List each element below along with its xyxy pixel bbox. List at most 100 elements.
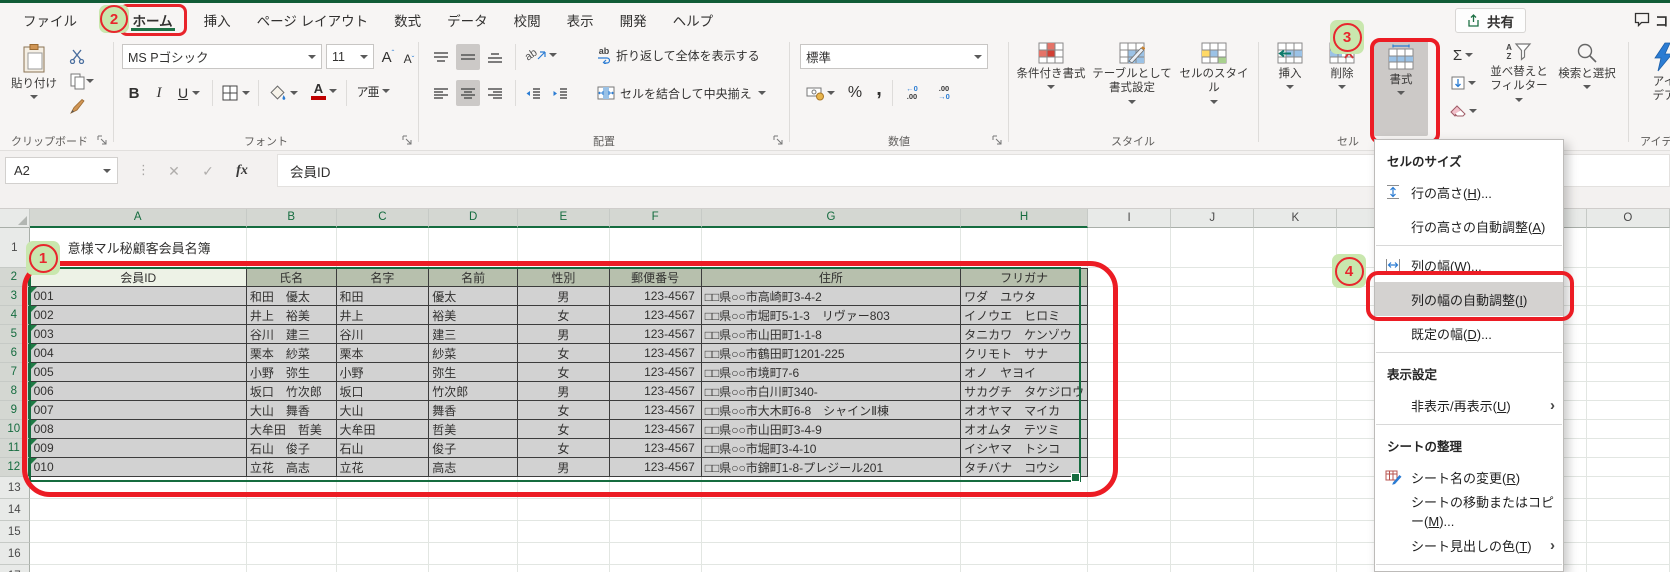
underline-button[interactable]: U [172, 80, 206, 106]
row-header-14[interactable]: 14 [0, 499, 30, 521]
cell[interactable] [701, 543, 962, 565]
cell[interactable] [701, 521, 962, 543]
cell[interactable] [609, 499, 702, 521]
cell[interactable] [1171, 401, 1255, 420]
clear-button[interactable] [1446, 98, 1480, 124]
font-size-select[interactable]: 11 [326, 44, 374, 69]
font-color-button[interactable]: A [306, 78, 342, 104]
menu-item-行の高さ[interactable]: 行の高さ(H)... [1375, 175, 1563, 209]
cell[interactable] [1586, 439, 1670, 458]
cell[interactable] [1088, 565, 1172, 572]
cell[interactable] [29, 499, 247, 521]
menu-item-シートの移動またはコピー[interactable]: シートの移動またはコピー(M)... [1375, 494, 1563, 529]
cell[interactable] [1088, 543, 1172, 565]
cell[interactable] [246, 543, 337, 565]
cell[interactable] [29, 521, 247, 543]
cell[interactable] [702, 565, 962, 572]
cell[interactable] [1088, 499, 1172, 521]
cell[interactable] [1171, 287, 1255, 306]
grow-font-button[interactable]: Aˆ [378, 44, 398, 70]
cell[interactable] [1171, 565, 1255, 572]
cell[interactable] [1587, 565, 1670, 572]
cell[interactable] [1586, 499, 1670, 521]
cut-button[interactable] [64, 45, 90, 67]
font-name-select[interactable]: MS Pゴシック [122, 44, 322, 69]
insert-cells-button[interactable]: 挿入 [1266, 42, 1314, 93]
cell[interactable] [1171, 521, 1255, 543]
cell[interactable] [1586, 268, 1670, 287]
tab-ページ レイアウト[interactable]: ページ レイアウト [244, 3, 381, 37]
cell[interactable] [1171, 382, 1255, 401]
cell[interactable] [1254, 420, 1338, 439]
paste-dropdown-caret[interactable] [30, 95, 38, 103]
cell[interactable] [1254, 382, 1338, 401]
tab-開発[interactable]: 開発 [607, 3, 660, 37]
cell[interactable] [1586, 325, 1670, 344]
tab-ファイル[interactable]: ファイル [10, 3, 90, 37]
number-format-select[interactable]: 標準 [800, 44, 988, 69]
row-header-15[interactable]: 15 [0, 521, 30, 543]
find-select-button[interactable]: 検索と選択 [1556, 42, 1618, 93]
cell[interactable] [1171, 268, 1255, 287]
conditional-formatting-button[interactable]: 条件付き書式 [1016, 42, 1086, 93]
cell[interactable] [1254, 499, 1338, 521]
number-dialog-launcher[interactable] [992, 135, 1004, 147]
clipboard-dialog-launcher[interactable] [97, 135, 109, 147]
cell[interactable] [961, 521, 1089, 543]
menu-item-非表示/再表示[interactable]: 非表示/再表示(U) › [1375, 388, 1563, 422]
cell[interactable] [1254, 401, 1338, 420]
cancel-button[interactable]: ✕ [160, 158, 188, 184]
cell[interactable] [1254, 363, 1338, 382]
align-bottom-button[interactable] [483, 44, 507, 70]
cell[interactable] [610, 565, 702, 572]
autosum-button[interactable]: Σ [1446, 42, 1480, 68]
tab-数式[interactable]: 数式 [381, 3, 434, 37]
bold-button[interactable]: B [124, 80, 144, 106]
borders-button[interactable] [218, 80, 254, 106]
cell[interactable] [1254, 344, 1338, 363]
cell[interactable] [701, 499, 962, 521]
decrease-decimal-button[interactable]: .00 →0 [930, 80, 958, 106]
column-header-C[interactable]: C [336, 208, 430, 228]
cell[interactable] [1254, 458, 1338, 477]
currency-format-button[interactable] [800, 80, 840, 106]
cell[interactable] [1586, 420, 1670, 439]
cell[interactable] [246, 499, 337, 521]
column-header-I[interactable]: I [1088, 208, 1172, 228]
cell[interactable] [1254, 268, 1338, 287]
comma-style-button[interactable]: , [870, 76, 888, 102]
cell[interactable] [1171, 325, 1255, 344]
cell[interactable] [1088, 228, 1172, 268]
cell[interactable] [1586, 287, 1670, 306]
cell[interactable] [961, 499, 1089, 521]
cell[interactable] [336, 543, 430, 565]
cell[interactable] [1254, 543, 1338, 565]
column-header-J[interactable]: J [1171, 208, 1255, 228]
column-header-A[interactable]: A [29, 208, 247, 228]
cell[interactable] [518, 565, 610, 572]
cell[interactable] [1586, 344, 1670, 363]
insert-function-button[interactable]: fx [228, 158, 256, 184]
cell[interactable] [1171, 228, 1255, 268]
ideas-button[interactable]: アイ デア [1636, 42, 1670, 104]
cell[interactable] [429, 521, 519, 543]
cell[interactable] [1171, 477, 1255, 499]
cell[interactable] [609, 521, 702, 543]
fill-color-button[interactable] [264, 80, 302, 106]
cell[interactable] [961, 565, 1089, 572]
cell[interactable] [1171, 344, 1255, 363]
select-all-corner[interactable] [0, 208, 30, 228]
cell[interactable] [1586, 543, 1670, 565]
cell[interactable] [961, 543, 1089, 565]
cell[interactable] [1586, 363, 1670, 382]
cell[interactable] [30, 565, 247, 572]
name-box[interactable]: A2 [5, 157, 118, 184]
cell[interactable] [1586, 477, 1670, 499]
cell[interactable] [609, 543, 702, 565]
format-painter-button[interactable] [64, 96, 90, 118]
cell[interactable] [1254, 439, 1338, 458]
phonetic-button[interactable]: ア亜 [352, 78, 394, 104]
cell[interactable] [429, 565, 519, 572]
cell[interactable] [1254, 287, 1338, 306]
column-header-O[interactable]: O [1586, 208, 1670, 228]
